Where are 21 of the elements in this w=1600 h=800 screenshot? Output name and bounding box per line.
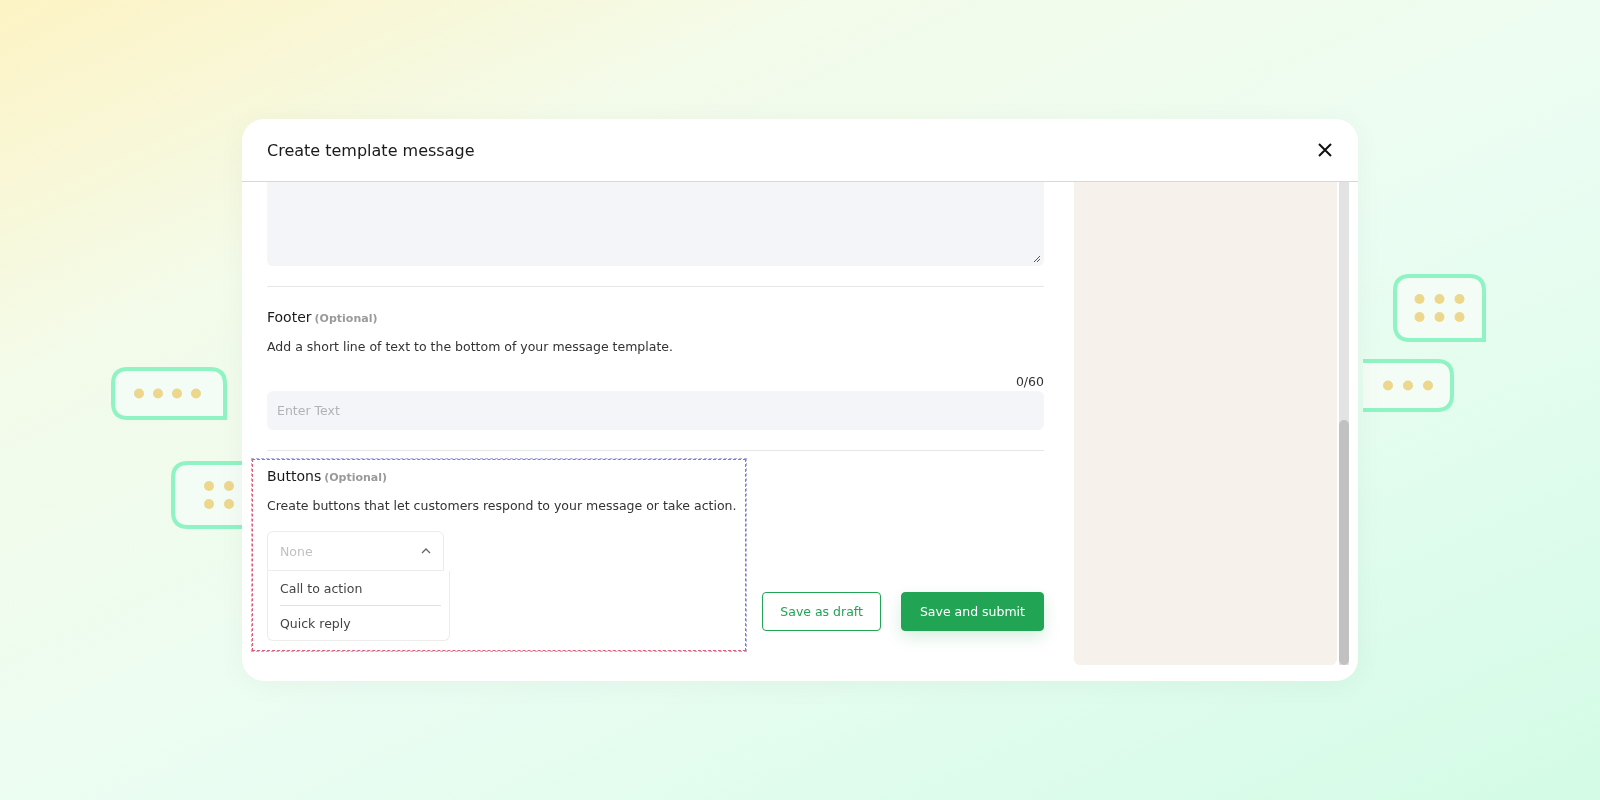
dropdown-option[interactable]: Quick reply [280, 605, 441, 640]
close-icon [1316, 141, 1334, 159]
optional-label: (Optional) [314, 312, 378, 325]
section-title: Footer [267, 309, 312, 325]
section-description: Add a short line of text to the bottom of your message template. [267, 339, 674, 354]
resize-grip-icon [1033, 255, 1041, 263]
section-description: Create buttons that let customers respond to your message or take action. [267, 498, 738, 513]
scrollbar[interactable] [1339, 182, 1349, 665]
dialog-title: Create template message [267, 140, 475, 160]
chevron-icon [421, 548, 431, 554]
submit-button[interactable]: Save and submit [900, 592, 1044, 631]
optional-label: (Optional) [324, 471, 388, 484]
button-type-dropdown[interactable]: None [267, 531, 444, 571]
dropdown-option[interactable]: Call to action [280, 571, 441, 605]
close-button[interactable] [1316, 141, 1334, 159]
scrollbar-thumb[interactable] [1339, 420, 1349, 665]
section-title: Buttons [267, 468, 322, 484]
draft-button[interactable]: Save as draft [762, 592, 881, 631]
text-area[interactable] [267, 182, 1044, 266]
footer-input-field[interactable]: Enter Text [267, 391, 1044, 430]
character-counter: 0/60 [1015, 374, 1044, 389]
